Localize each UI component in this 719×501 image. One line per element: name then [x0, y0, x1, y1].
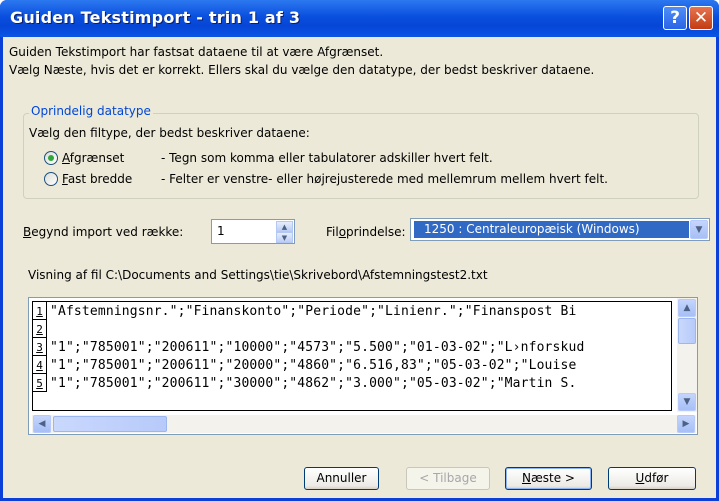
row-text: "1";"785001";"200611";"10000";"4573";"5.… [50, 340, 585, 355]
row-number: 4 [33, 356, 47, 374]
preview-label: Visning af fil C:\Documents and Settings… [28, 268, 488, 282]
file-origin-label: Filoprindelse: [326, 225, 406, 239]
access-key-o: o [338, 225, 347, 239]
scroll-up-icon[interactable]: ▲ [678, 299, 696, 317]
file-preview-pane[interactable]: 1 "Afstemningsnr.";"Finanskonto";"Periode… [28, 297, 698, 435]
spin-up-icon[interactable]: ▲ [276, 221, 293, 232]
scroll-left-icon[interactable]: ◀ [33, 415, 51, 433]
row-number: 2 [33, 320, 47, 338]
close-button[interactable]: ✕ [689, 6, 713, 30]
row-number: 1 [33, 302, 47, 320]
vertical-scrollbar[interactable]: ▲ ▼ [677, 298, 697, 412]
next-button-label-rest: æste > [530, 471, 575, 485]
row-number: 3 [33, 338, 47, 356]
file-origin-label-pre: Fil [326, 225, 339, 239]
scroll-right-icon[interactable]: ▶ [677, 415, 695, 433]
access-key-a: A [62, 151, 70, 165]
title-bar[interactable]: Guiden Tekstimport - trin 1 af 3 ? ✕ [0, 0, 719, 37]
start-row-label: Begynd import ved række: [23, 225, 183, 239]
radio-afgraenset[interactable] [44, 151, 58, 165]
text-import-wizard-window: Guiden Tekstimport - trin 1 af 3 ? ✕ Gui… [0, 0, 719, 501]
access-key-n: N [522, 471, 531, 485]
access-key-u: U [635, 471, 645, 485]
file-origin-label-post: prindelse: [346, 225, 406, 239]
finish-button[interactable]: Udfør [608, 467, 696, 490]
next-button[interactable]: Næste > [505, 467, 592, 490]
radio-fast-bredde-label[interactable]: Fast bredde [62, 172, 132, 186]
window-title: Guiden Tekstimport - trin 1 af 3 [10, 8, 301, 27]
radio-fast-bredde-description: - Felter er venstre- eller højrejustered… [161, 172, 608, 186]
radio-afgraenset-label[interactable]: Afgrænset [62, 151, 124, 165]
row-text: "1";"785001";"200611";"30000";"4862";"3.… [50, 376, 577, 391]
start-row-label-rest: egynd import ved række: [31, 225, 184, 239]
radio-fast-bredde-label-rest: ast bredde [67, 172, 133, 186]
chevron-down-icon[interactable]: ▼ [690, 220, 708, 239]
file-origin-dropdown[interactable]: 1250 : Centraleuropæisk (Windows) ▼ [410, 218, 710, 241]
preview-grid: 1 "Afstemningsnr.";"Finanskonto";"Periode… [32, 301, 672, 411]
finish-button-label-rest: dfør [644, 471, 669, 485]
start-row-value[interactable]: 1 [217, 224, 225, 238]
datatype-prompt: Vælg den filtype, der bedst beskriver da… [29, 126, 310, 140]
scroll-down-icon[interactable]: ▼ [678, 393, 696, 411]
datatype-group-legend: Oprindelig datatype [29, 104, 153, 118]
help-button[interactable]: ? [663, 6, 687, 30]
spin-down-icon[interactable]: ▼ [276, 232, 293, 243]
intro-line-1: Guiden Tekstimport har fastsat dataene t… [9, 45, 384, 59]
intro-line-2: Vælg Næste, hvis det er korrekt. Ellers … [9, 63, 595, 77]
radio-afgraenset-label-rest: fgrænset [69, 151, 125, 165]
back-button[interactable]: < Tilbage [406, 467, 490, 490]
radio-fast-bredde[interactable] [44, 172, 58, 186]
row-text: "1";"785001";"200611";"20000";"4860";"6.… [50, 358, 577, 373]
row-number: 5 [33, 374, 47, 392]
row-text: "Afstemningsnr.";"Finanskonto";"Periode"… [50, 304, 577, 319]
horizontal-scroll-thumb[interactable] [53, 416, 167, 432]
cancel-button[interactable]: Annuller [304, 467, 379, 490]
vertical-scroll-thumb[interactable] [678, 318, 696, 344]
file-origin-selected[interactable]: 1250 : Centraleuropæisk (Windows) [414, 221, 689, 238]
radio-afgraenset-description: - Tegn som komma eller tabulatorer adski… [161, 151, 493, 165]
horizontal-scrollbar[interactable]: ◀ ▶ [32, 415, 696, 433]
access-key-b: B [23, 225, 32, 239]
start-row-spinner[interactable]: 1 ▲ ▼ [211, 219, 295, 244]
